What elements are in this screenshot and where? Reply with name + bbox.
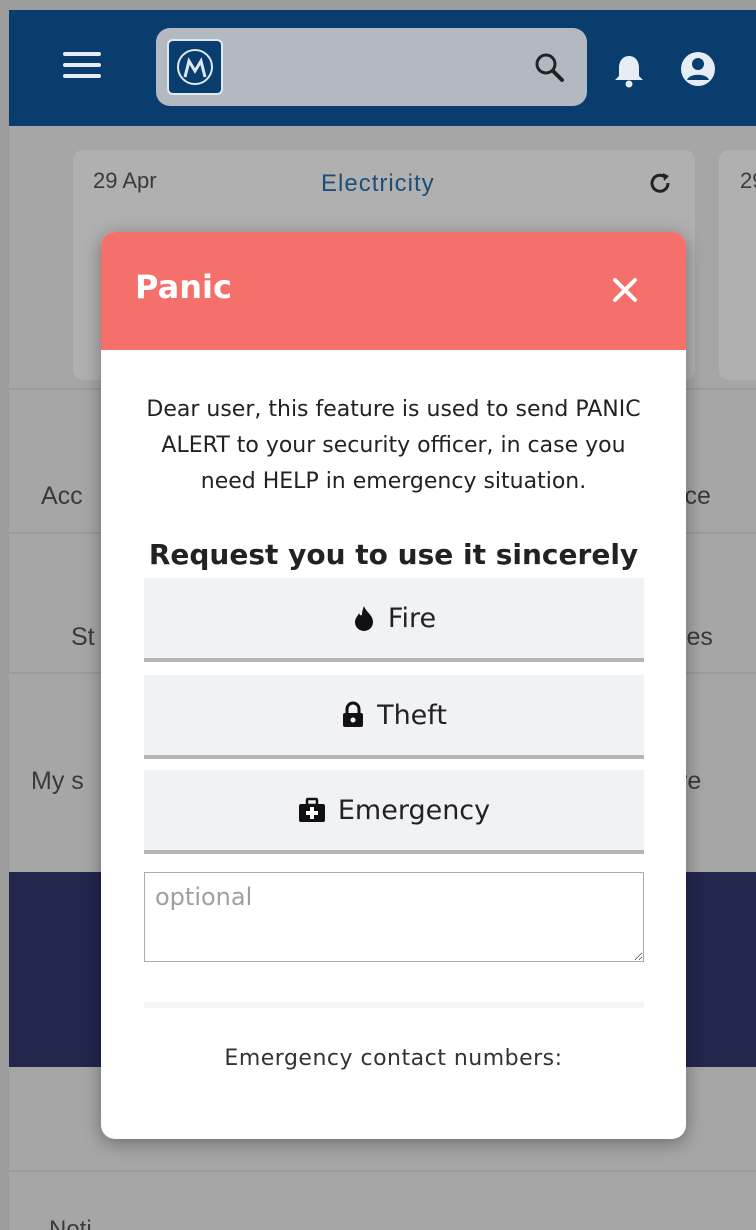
app-logo[interactable] — [167, 39, 223, 95]
emergency-button-label: Emergency — [337, 794, 491, 826]
lock-icon — [343, 701, 364, 727]
grid-label: Acc — [41, 482, 83, 510]
panic-dialog: Panic Dear user, this feature is used to… — [101, 232, 686, 1139]
grid-label: St — [71, 623, 95, 651]
dialog-description: Dear user, this feature is used to send … — [146, 397, 641, 494]
grid-label: My s — [31, 767, 84, 795]
app-frame: 29 Apr 29 Electricity Acc ice St ces My … — [9, 10, 756, 1230]
dialog-header: Panic — [101, 232, 686, 350]
theft-button-label: Theft — [377, 699, 447, 731]
top-bar — [9, 10, 756, 126]
fire-button[interactable]: Fire — [144, 578, 644, 662]
medical-kit-icon — [298, 797, 325, 822]
bell-icon[interactable] — [612, 52, 646, 88]
optional-note-input[interactable] — [144, 872, 644, 962]
notices-heading: Noti — [49, 1216, 92, 1230]
theft-button[interactable]: Theft — [144, 675, 644, 759]
bill-title: Electricity — [321, 170, 435, 197]
close-icon[interactable] — [607, 272, 643, 308]
section-divider — [9, 1170, 756, 1172]
bill-date-next: 29 — [740, 168, 756, 193]
refresh-icon[interactable] — [647, 170, 673, 196]
search-bar[interactable] — [156, 28, 587, 106]
emergency-button[interactable]: Emergency — [144, 770, 644, 854]
divider — [144, 1002, 644, 1008]
hamburger-icon[interactable] — [63, 52, 101, 84]
dialog-title: Panic — [135, 268, 232, 306]
bill-date: 29 Apr — [93, 168, 157, 193]
search-icon[interactable] — [531, 49, 567, 85]
user-circle-icon[interactable] — [679, 50, 717, 88]
fire-icon — [354, 606, 373, 631]
emergency-contacts-label: Emergency contact numbers: — [224, 1046, 563, 1071]
dialog-subtitle: Request you to use it sincerely — [148, 538, 639, 571]
fire-button-label: Fire — [387, 602, 437, 634]
